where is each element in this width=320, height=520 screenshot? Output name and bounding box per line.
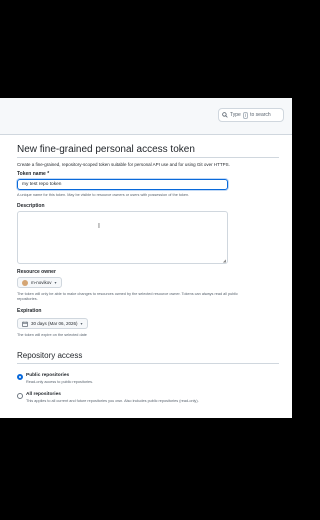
resource-owner-help-1: The token will only be able to make chan… xyxy=(17,292,238,296)
search-input[interactable]: Type / to search xyxy=(218,108,284,122)
all-repositories-desc: This applies to all current and future r… xyxy=(26,399,199,403)
expiration-value: 30 days (Mar 06, 2026) xyxy=(31,321,78,326)
expiration-help: The token will expire on the selected da… xyxy=(17,333,87,337)
expiration-label: Expiration xyxy=(17,308,42,314)
all-repositories-radio[interactable] xyxy=(17,393,23,399)
resource-owner-select[interactable]: m-novikov ▾ xyxy=(17,277,62,288)
token-name-help: A unique name for this token. May be vis… xyxy=(17,193,190,197)
repository-access-title: Repository access xyxy=(17,351,83,360)
title-divider xyxy=(17,157,279,158)
token-name-field[interactable]: my test repo token xyxy=(17,179,228,190)
description-label: Description xyxy=(17,203,45,209)
text-cursor-icon: I xyxy=(98,223,100,230)
page-title: New fine-grained personal access token xyxy=(17,144,195,155)
public-repositories-radio[interactable] xyxy=(17,374,23,380)
all-repositories-title: All repositories xyxy=(26,392,61,397)
chevron-down-icon: ▾ xyxy=(54,280,57,285)
public-repositories-desc: Read-only access to public repositories. xyxy=(26,380,94,384)
browser-page: Type / to search New fine-grained person… xyxy=(0,98,292,418)
resource-owner-help-2: repositories. xyxy=(17,297,38,301)
section-divider xyxy=(17,363,279,364)
description-field[interactable]: I ◢ xyxy=(17,211,228,264)
search-suffix: to search xyxy=(250,112,271,118)
search-icon xyxy=(222,112,228,118)
chevron-down-icon: ▾ xyxy=(80,321,83,326)
token-name-label: Token name * xyxy=(17,171,50,177)
token-name-value: my test repo token xyxy=(22,182,62,187)
expiration-select[interactable]: 30 days (Mar 06, 2026) ▾ xyxy=(17,318,88,329)
page-intro: Create a fine-grained, repository-scoped… xyxy=(17,162,230,167)
resource-owner-value: m-novikov xyxy=(31,280,52,285)
resource-owner-label: Resource owner xyxy=(17,269,56,275)
search-prefix: Type xyxy=(230,112,241,118)
public-repositories-title: Public repositories xyxy=(26,373,70,378)
top-bar: Type / to search xyxy=(0,98,292,135)
resize-handle-icon[interactable]: ◢ xyxy=(223,258,226,263)
avatar xyxy=(22,279,28,286)
calendar-icon xyxy=(22,321,28,327)
search-shortcut-key: / xyxy=(242,111,249,119)
